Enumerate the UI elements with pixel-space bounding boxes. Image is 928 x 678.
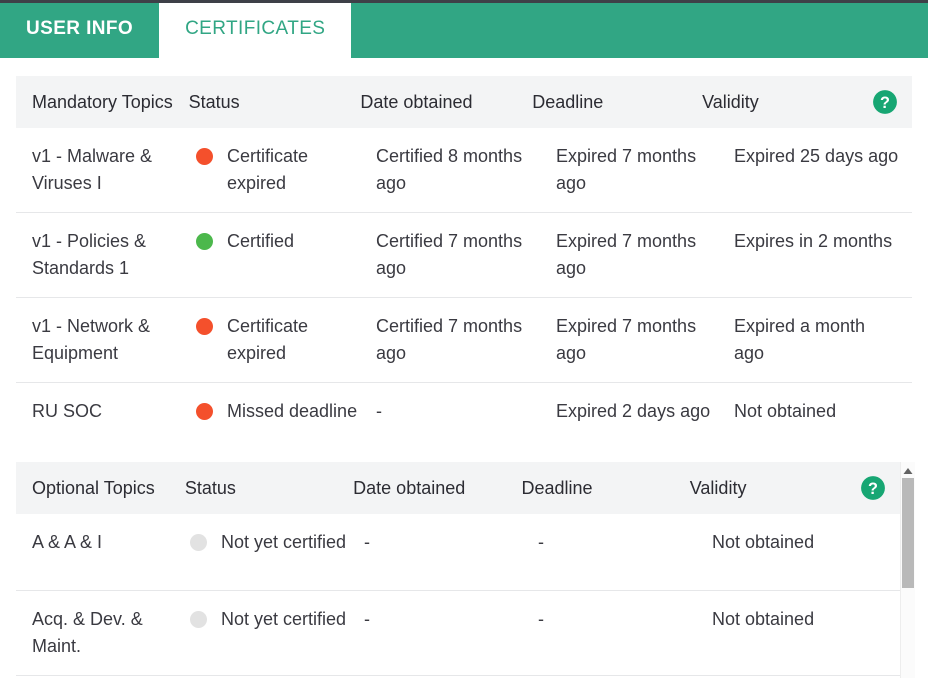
optional-table-header-row: Optional Topics Status Date obtained Dea… (16, 462, 900, 514)
cell-deadline: - (538, 609, 544, 629)
scroll-up-button[interactable] (901, 464, 915, 478)
tab-user-info-label: USER INFO (26, 18, 134, 39)
cell-status: Not yet certified (190, 529, 364, 556)
cell-validity: Expires in 2 months (734, 231, 893, 251)
status-dot-expired-icon (196, 148, 213, 165)
cell-deadline: Expired 7 months ago (556, 316, 697, 363)
status-dot-not-certified-icon (190, 534, 207, 551)
main-tab-bar: USER INFO CERTIFICATES (0, 0, 928, 58)
cell-status: Certified (196, 228, 376, 255)
column-header-date-obtained: Date obtained (353, 477, 466, 498)
cell-date-obtained: - (364, 532, 370, 552)
column-header-deadline: Deadline (532, 91, 604, 112)
status-dot-certified-icon (196, 233, 213, 250)
cell-date-obtained: Certified 7 months ago (376, 231, 523, 278)
optional-help-container: ? (860, 475, 900, 501)
mandatory-topics-table: Mandatory Topics Status Date obtained De… (16, 76, 912, 460)
cell-date-obtained: - (376, 401, 382, 421)
column-header-deadline: Deadline (521, 477, 593, 498)
tab-certificates-label: CERTIFICATES (185, 18, 326, 39)
table-row[interactable]: v1 - Malware & Viruses I Certificate exp… (16, 128, 912, 213)
table-row[interactable]: A & A & I Not yet certified - - Not obta… (16, 514, 900, 591)
optional-table-scrollbar[interactable] (900, 462, 915, 678)
column-header-date-obtained: Date obtained (360, 91, 473, 112)
cell-validity: Not obtained (712, 609, 815, 629)
cell-validity: Not obtained (712, 532, 815, 552)
scrollbar-thumb[interactable] (902, 478, 914, 588)
cell-topic: v1 - Malware & Viruses I (32, 146, 153, 193)
status-label: Not yet certified (221, 609, 347, 629)
svg-text:?: ? (868, 480, 878, 498)
status-label: Not yet certified (221, 532, 347, 552)
column-header-validity: Validity (702, 91, 759, 112)
cell-topic: RU SOC (32, 401, 103, 421)
cell-deadline: Expired 2 days ago (556, 401, 711, 421)
cell-topic: v1 - Network & Equipment (32, 316, 151, 363)
mandatory-help-container: ? (872, 89, 912, 115)
mandatory-table-header-row: Mandatory Topics Status Date obtained De… (16, 76, 912, 128)
cell-date-obtained: Certified 7 months ago (376, 316, 523, 363)
question-mark-circle-icon[interactable]: ? (860, 475, 886, 501)
column-header-mandatory-topics: Mandatory Topics (32, 91, 173, 112)
status-dot-expired-icon (196, 318, 213, 335)
cell-validity: Expired 25 days ago (734, 146, 899, 166)
cell-status: Not yet certified (190, 606, 364, 633)
column-header-status: Status (188, 91, 240, 112)
chevron-up-icon (903, 468, 913, 474)
window-top-edge (0, 0, 928, 3)
question-mark-circle-icon[interactable]: ? (872, 89, 898, 115)
column-header-optional-topics: Optional Topics (32, 477, 155, 498)
optional-topics-table: Optional Topics Status Date obtained Dea… (16, 462, 900, 676)
cell-date-obtained: - (364, 609, 370, 629)
cell-deadline: Expired 7 months ago (556, 231, 697, 278)
cell-topic: Acq. & Dev. & Maint. (32, 609, 143, 656)
cell-date-obtained: Certified 8 months ago (376, 146, 523, 193)
cell-status: Certificate expired (196, 143, 376, 197)
status-label: Certificate expired (227, 146, 309, 193)
certificates-page: USER INFO CERTIFICATES Mandatory Topics … (0, 0, 928, 678)
table-row[interactable]: v1 - Network & Equipment Certificate exp… (16, 298, 912, 383)
cell-topic: v1 - Policies & Standards 1 (32, 231, 147, 278)
tab-user-info[interactable]: USER INFO (0, 0, 159, 58)
status-dot-not-certified-icon (190, 611, 207, 628)
cell-status: Missed deadline (196, 398, 376, 425)
table-row[interactable]: RU SOC Missed deadline - Expired 2 days … (16, 383, 912, 460)
column-header-status: Status (184, 477, 236, 498)
status-label: Missed deadline (227, 401, 358, 421)
status-label: Certified (227, 231, 295, 251)
cell-status: Certificate expired (196, 313, 376, 367)
table-row[interactable]: Acq. & Dev. & Maint. Not yet certified -… (16, 591, 900, 676)
cell-topic: A & A & I (32, 532, 103, 552)
cell-validity: Not obtained (734, 401, 837, 421)
cell-deadline: - (538, 532, 544, 552)
scrollbar-track[interactable] (902, 588, 914, 676)
cell-deadline: Expired 7 months ago (556, 146, 697, 193)
status-dot-missed-deadline-icon (196, 403, 213, 420)
status-label: Certificate expired (227, 316, 309, 363)
svg-text:?: ? (880, 94, 890, 112)
column-header-validity: Validity (689, 477, 747, 498)
cell-validity: Expired a month ago (734, 316, 866, 363)
table-row[interactable]: v1 - Policies & Standards 1 Certified Ce… (16, 213, 912, 298)
tab-certificates[interactable]: CERTIFICATES (159, 0, 352, 58)
